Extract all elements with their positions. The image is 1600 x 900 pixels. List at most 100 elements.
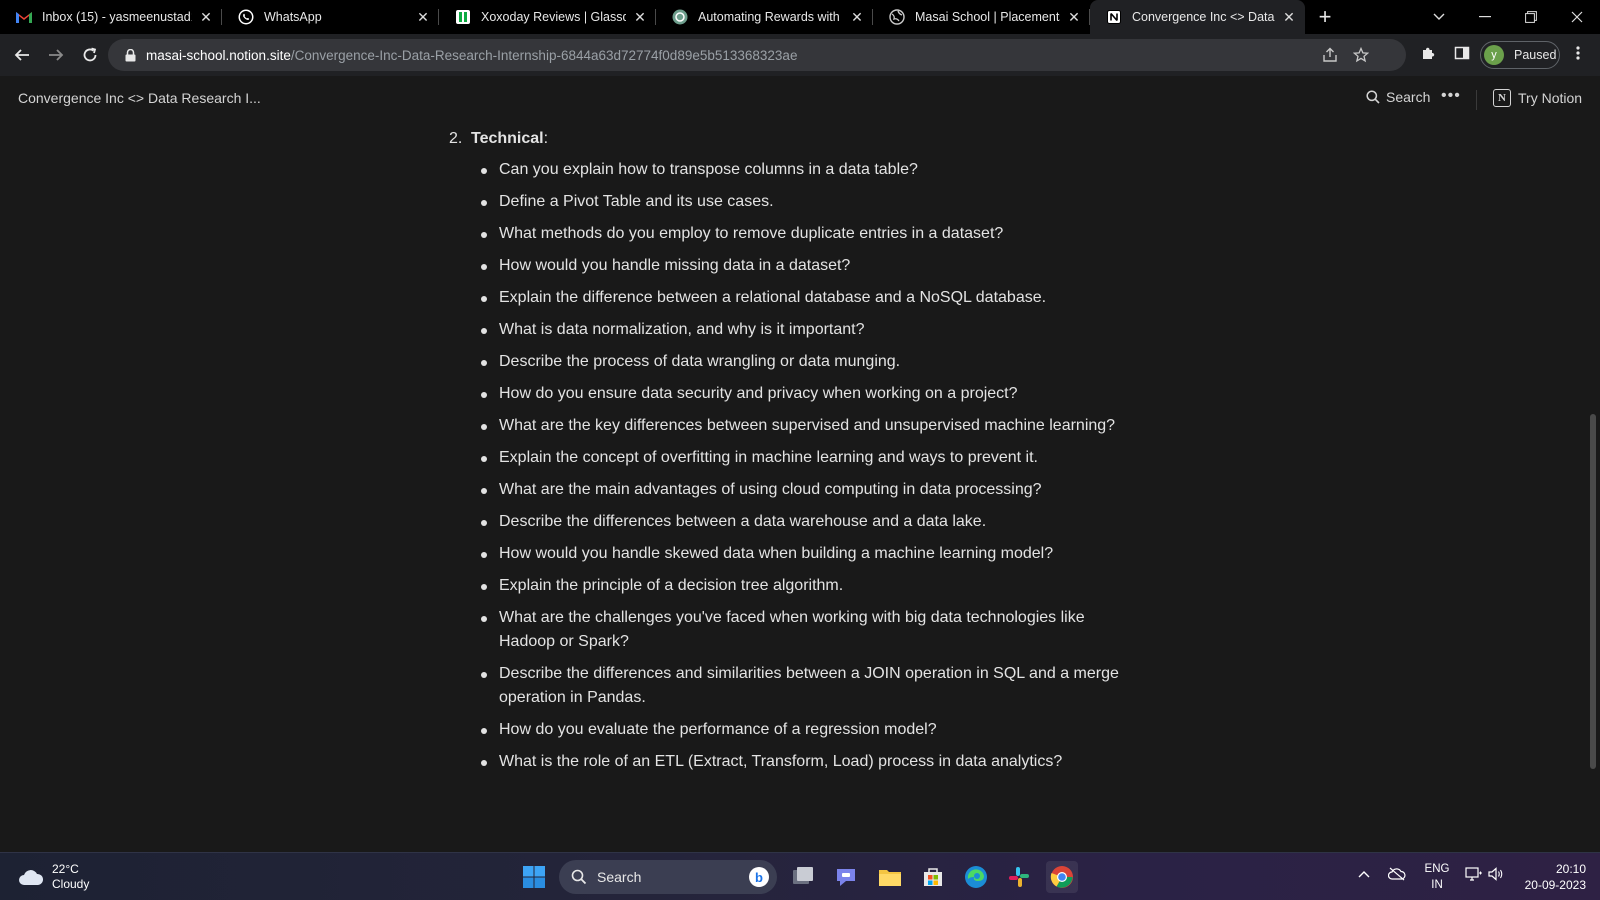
share-icon[interactable] xyxy=(1322,47,1338,63)
browser-toolbar: masai-school.notion.site/Convergence-Inc… xyxy=(0,34,1600,76)
try-notion-button[interactable]: N Try Notion xyxy=(1493,89,1582,107)
forward-arrow-icon xyxy=(49,49,64,61)
tab-title: Masai School | Placements xyxy=(915,10,1060,24)
url-host: masai-school.notion.site xyxy=(146,47,291,63)
close-icon[interactable]: ✕ xyxy=(1281,9,1297,25)
tab-glassdoor[interactable]: Xoxoday Reviews | Glassdoor ✕ xyxy=(439,0,656,34)
notion-icon xyxy=(1106,9,1122,25)
search-label: Search xyxy=(597,869,642,885)
extensions-puzzle-icon[interactable] xyxy=(1419,43,1439,63)
network-icon[interactable] xyxy=(1465,867,1483,884)
list-item: How do you ensure data security and priv… xyxy=(479,382,1129,406)
tab-masai-placements[interactable]: Masai School | Placements ✕ xyxy=(873,0,1090,34)
notion-topbar: Convergence Inc <> Data Research I... Se… xyxy=(0,76,1600,122)
tab-search-chevron-icon[interactable] xyxy=(1416,0,1462,34)
list-item: What are the main advantages of using cl… xyxy=(479,478,1129,502)
system-clock[interactable]: 20:10 20-09-2023 xyxy=(1522,861,1586,893)
globe-icon xyxy=(889,9,905,25)
search-icon xyxy=(571,869,587,885)
more-menu-icon[interactable] xyxy=(1568,43,1588,63)
volume-icon[interactable] xyxy=(1488,867,1504,884)
lock-icon[interactable] xyxy=(122,47,138,63)
more-options-button[interactable]: ••• xyxy=(1441,87,1461,105)
breadcrumb[interactable]: Convergence Inc <> Data Research I... xyxy=(18,90,261,106)
side-panel-icon[interactable] xyxy=(1452,43,1472,63)
list-item: Describe the process of data wrangling o… xyxy=(479,350,1129,374)
question-list: Can you explain how to transpose columns… xyxy=(479,158,1129,782)
tab-strip: Inbox (15) - yasmeenustad12 ✕ WhatsApp ✕… xyxy=(0,0,1600,34)
tab-convergence-notion[interactable]: Convergence Inc <> Data Res ✕ xyxy=(1090,0,1305,34)
list-item: What are the key differences between sup… xyxy=(479,414,1129,438)
clock-time: 20:10 xyxy=(1555,862,1586,876)
avatar: y xyxy=(1484,45,1504,65)
cloud-icon xyxy=(19,870,44,885)
close-icon[interactable]: ✕ xyxy=(1066,9,1082,25)
new-tab-button[interactable]: + xyxy=(1305,0,1345,34)
close-icon[interactable]: ✕ xyxy=(198,9,214,25)
search-icon xyxy=(1366,90,1380,104)
tab-gmail[interactable]: Inbox (15) - yasmeenustad12 ✕ xyxy=(0,0,222,34)
chrome-browser-icon[interactable] xyxy=(1046,861,1078,893)
clock-date: 20-09-2023 xyxy=(1524,878,1586,892)
back-button[interactable] xyxy=(6,39,38,71)
start-button[interactable] xyxy=(518,861,550,893)
teams-chat-icon[interactable] xyxy=(830,861,862,893)
restore-button[interactable] xyxy=(1508,0,1554,34)
file-explorer-icon[interactable] xyxy=(874,861,906,893)
list-item: What methods do you employ to remove dup… xyxy=(479,222,1129,246)
task-view-icon[interactable] xyxy=(787,861,819,893)
tab-whatsapp[interactable]: WhatsApp ✕ xyxy=(222,0,439,34)
list-item: How do you evaluate the performance of a… xyxy=(479,718,1129,742)
list-item: Explain the principle of a decision tree… xyxy=(479,574,1129,598)
taskbar-search[interactable]: Search b xyxy=(559,860,777,894)
list-item: Describe the differences between a data … xyxy=(479,510,1129,534)
close-icon[interactable]: ✕ xyxy=(415,9,431,25)
tab-automating-rewards[interactable]: Automating Rewards with Plu ✕ xyxy=(656,0,873,34)
openai-icon xyxy=(672,9,688,25)
reload-icon xyxy=(83,47,97,62)
edge-browser-icon[interactable] xyxy=(960,861,992,893)
list-item: What is the role of an ETL (Extract, Tra… xyxy=(479,750,1129,774)
search-label: Search xyxy=(1386,89,1431,105)
tab-title: Convergence Inc <> Data Res xyxy=(1132,10,1275,24)
list-item: Explain the concept of overfitting in ma… xyxy=(479,446,1129,470)
list-item: Define a Pivot Table and its use cases. xyxy=(479,190,1129,214)
profile-status: Paused xyxy=(1514,48,1557,62)
url-text[interactable]: masai-school.notion.site/Convergence-Inc… xyxy=(146,48,797,63)
notion-search-button[interactable]: Search xyxy=(1366,89,1430,105)
scrollbar-thumb[interactable] xyxy=(1590,414,1596,769)
close-icon[interactable]: ✕ xyxy=(632,9,648,25)
list-item: What is data normalization, and why is i… xyxy=(479,318,1129,342)
weather-widget[interactable]: 22°C Cloudy xyxy=(18,862,89,892)
close-window-button[interactable] xyxy=(1554,0,1600,34)
language-line2: IN xyxy=(1431,879,1443,891)
numbered-list-item: 2. Technical: xyxy=(449,130,548,148)
windows-taskbar: 22°C Cloudy Search b ENG IN 20:10 20-09-… xyxy=(0,852,1600,900)
onedrive-offline-icon[interactable] xyxy=(1387,867,1406,884)
weather-condition: Cloudy xyxy=(52,877,90,891)
list-item: How would you handle missing data in a d… xyxy=(479,254,1129,278)
reload-button[interactable] xyxy=(74,39,106,71)
slack-icon[interactable] xyxy=(1003,861,1035,893)
forward-button[interactable] xyxy=(40,39,72,71)
bookmark-star-icon[interactable] xyxy=(1353,47,1369,63)
language-line1: ENG xyxy=(1424,863,1450,875)
profile-button[interactable]: y Paused xyxy=(1480,41,1560,69)
divider xyxy=(1476,90,1477,110)
minimize-button[interactable] xyxy=(1462,0,1508,34)
list-item: Can you explain how to transpose columns… xyxy=(479,158,1129,182)
address-bar[interactable]: masai-school.notion.site/Convergence-Inc… xyxy=(108,39,1406,71)
section-colon: : xyxy=(543,130,549,147)
vertical-scrollbar[interactable] xyxy=(1586,122,1600,852)
try-notion-label: Try Notion xyxy=(1518,90,1583,106)
microsoft-store-icon[interactable] xyxy=(917,861,949,893)
windows-logo-icon xyxy=(523,866,545,888)
tab-title: Xoxoday Reviews | Glassdoor xyxy=(481,10,626,24)
language-indicator[interactable]: ENG IN xyxy=(1421,861,1453,893)
close-icon[interactable]: ✕ xyxy=(849,9,865,25)
tab-title: Automating Rewards with Plu xyxy=(698,10,843,24)
list-item: What are the challenges you've faced whe… xyxy=(479,606,1129,654)
tab-title: Inbox (15) - yasmeenustad12 xyxy=(42,10,192,24)
show-hidden-icons-chevron-icon[interactable] xyxy=(1358,867,1370,881)
back-arrow-icon xyxy=(14,49,29,61)
